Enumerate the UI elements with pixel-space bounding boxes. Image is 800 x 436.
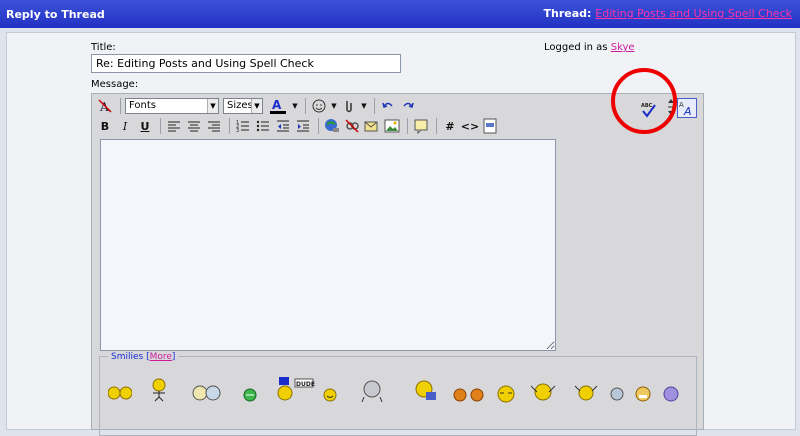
smiley-confused-icon[interactable]: [192, 384, 222, 405]
undo-icon[interactable]: [379, 97, 397, 115]
chevron-down-icon[interactable]: ▼: [360, 97, 368, 115]
align-left-icon[interactable]: [165, 117, 183, 135]
insert-image-icon[interactable]: [383, 117, 401, 135]
annotation-circle: [611, 68, 677, 134]
smiley-dude-icon[interactable]: DUDE: [275, 377, 315, 408]
smiley-icon[interactable]: [310, 97, 328, 115]
svg-text:A: A: [272, 98, 282, 112]
smiley-sleepy-icon[interactable]: [494, 385, 518, 406]
page-title: Reply to Thread: [6, 8, 105, 21]
toolbar-separator: [318, 118, 319, 134]
smiley-robot-icon[interactable]: [360, 379, 384, 406]
toolbar-separator: [407, 118, 408, 134]
outdent-icon[interactable]: [274, 117, 292, 135]
chevron-down-icon[interactable]: ▼: [291, 97, 299, 115]
italic-button[interactable]: I: [116, 117, 134, 135]
smiley-dance-icon[interactable]: [149, 378, 169, 405]
svg-text:A: A: [683, 105, 692, 117]
bold-button[interactable]: B: [96, 117, 114, 135]
chevron-down-icon[interactable]: ▼: [330, 97, 338, 115]
underline-button[interactable]: U: [136, 117, 154, 135]
remove-format-icon[interactable]: A: [96, 97, 114, 115]
text-color-icon[interactable]: A: [267, 97, 289, 115]
attachment-icon[interactable]: [340, 97, 358, 115]
message-textarea[interactable]: [100, 139, 556, 351]
toolbar-row-1: A Fonts ▼ Sizes ▼ A ▼ ▼ ▼: [96, 96, 419, 116]
title-input[interactable]: [91, 54, 401, 73]
smilies-box: [99, 356, 697, 436]
smiley-grin-icon[interactable]: [635, 386, 651, 405]
dude-badge: DUDE: [296, 381, 315, 388]
toolbar-separator: [229, 118, 230, 134]
align-center-icon[interactable]: [185, 117, 203, 135]
size-select[interactable]: Sizes ▼: [223, 98, 263, 114]
chevron-down-icon: ▼: [207, 99, 218, 113]
code-button[interactable]: #: [441, 117, 459, 135]
smiley-green-icon[interactable]: [243, 388, 257, 405]
switch-editor-mode-icon[interactable]: AA: [677, 98, 697, 118]
align-right-icon[interactable]: [205, 117, 223, 135]
toolbar-separator: [160, 118, 161, 134]
smiley-purple-icon[interactable]: [663, 386, 679, 405]
smiley-cheer-icon[interactable]: [527, 380, 563, 407]
toolbar-separator: [305, 98, 306, 114]
svg-text:3: 3: [236, 128, 239, 133]
smiley-smile-icon[interactable]: [323, 388, 337, 405]
chevron-down-icon: ▼: [251, 99, 262, 113]
toolbar-separator: [120, 98, 121, 114]
smiley-reading-icon[interactable]: [414, 380, 438, 405]
toolbar-separator: [374, 98, 375, 114]
toolbar-row-2: B I U 123 # <>: [96, 116, 501, 136]
toolbar-separator: [436, 118, 437, 134]
title-label: Title:: [91, 42, 116, 53]
email-link-icon[interactable]: [363, 117, 381, 135]
logged-in-info: Logged in as Skye: [544, 42, 635, 53]
size-select-label: Sizes: [227, 100, 253, 111]
font-select[interactable]: Fonts ▼: [125, 98, 219, 114]
smiley-angry-icon[interactable]: [453, 388, 487, 405]
insert-link-icon[interactable]: [323, 117, 341, 135]
unordered-list-icon[interactable]: [254, 117, 272, 135]
smilies-label: Smilies: [111, 352, 144, 362]
indent-icon[interactable]: [294, 117, 312, 135]
html-button[interactable]: <>: [461, 117, 479, 135]
thread-label: Thread:: [543, 7, 592, 20]
message-label: Message:: [91, 79, 139, 90]
smiley-wave-icon[interactable]: [572, 382, 600, 405]
thread-info: Thread: Editing Posts and Using Spell Ch…: [544, 7, 792, 20]
thread-link[interactable]: Editing Posts and Using Spell Check: [595, 7, 792, 20]
smiley-icon[interactable]: [107, 385, 133, 404]
logged-in-label: Logged in as: [544, 42, 608, 53]
smiley-eyeroll-icon[interactable]: [610, 387, 624, 404]
font-select-label: Fonts: [129, 100, 156, 111]
username-link[interactable]: Skye: [611, 42, 635, 53]
ordered-list-icon[interactable]: 123: [234, 117, 252, 135]
smilies-legend: Smilies [More]: [108, 352, 179, 362]
quote-icon[interactable]: [412, 117, 430, 135]
redo-icon[interactable]: [399, 97, 417, 115]
php-icon[interactable]: [481, 117, 499, 135]
smilies-more-link[interactable]: More: [150, 352, 172, 362]
title-bar: Reply to Thread Thread: Editing Posts an…: [0, 0, 800, 28]
remove-link-icon[interactable]: [343, 117, 361, 135]
